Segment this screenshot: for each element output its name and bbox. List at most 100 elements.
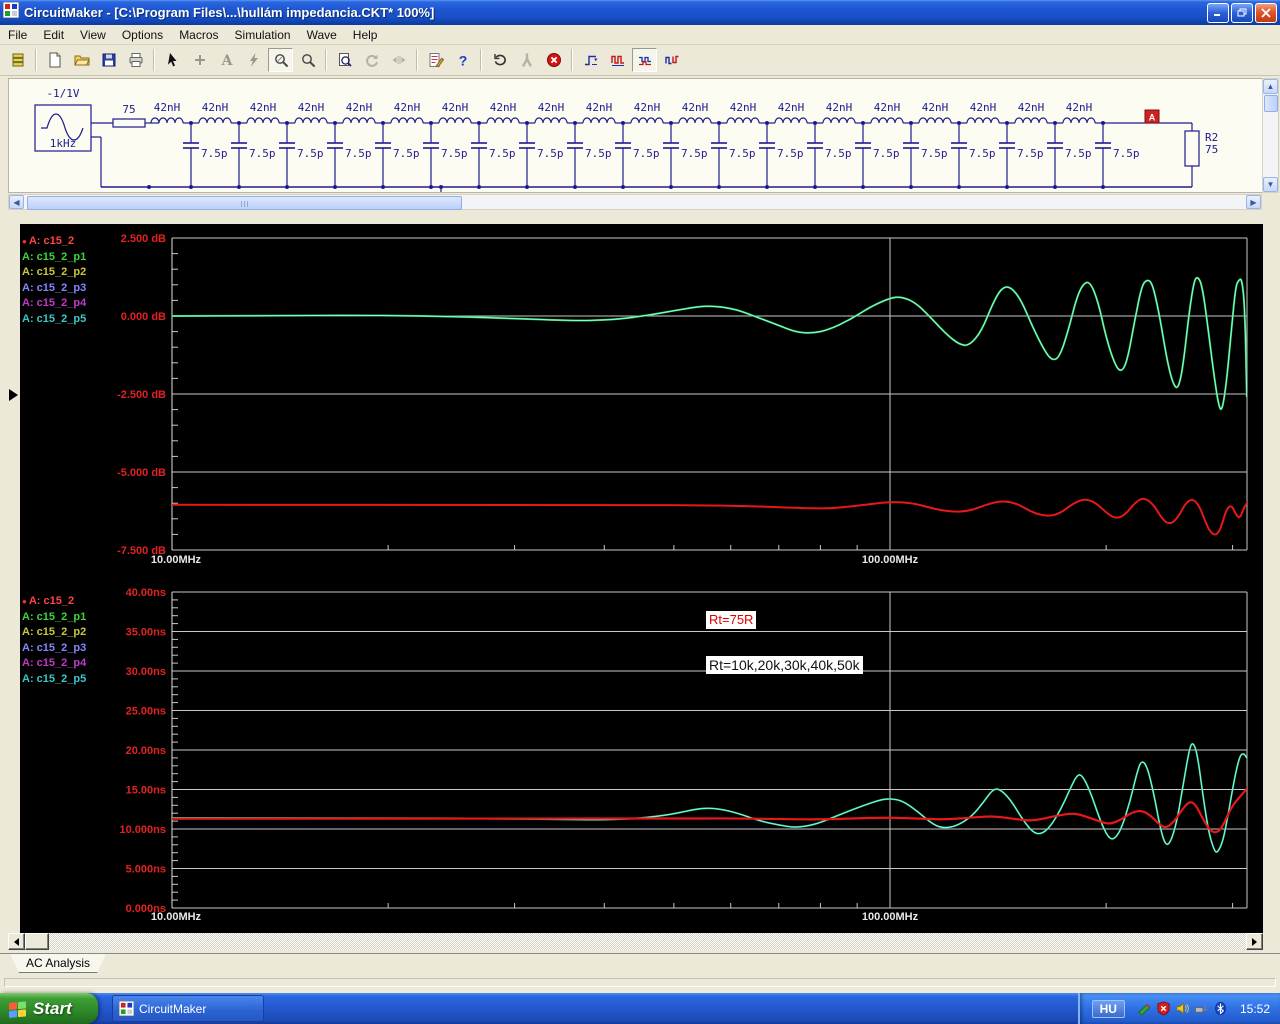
legend-entry: A: c15_2_p3 [22,281,87,294]
tablet-icon[interactable] [1137,1001,1152,1016]
svg-text:7.5p: 7.5p [249,147,276,160]
svg-text:7.5p: 7.5p [297,147,324,160]
menu-options[interactable]: Options [114,26,171,44]
schematic-vertical-scrollbar[interactable]: ▲ ▼ [1262,78,1279,193]
wave-scroll-right-button[interactable] [1246,933,1263,950]
scroll-down-button[interactable]: ▼ [1263,177,1278,192]
waveform-plot-area[interactable]: 2.500 dB 0.000 dB -2.500 dB -5.000 dB -7.500… [20,224,1263,933]
plot2-curve [172,743,1247,853]
open-file-button[interactable] [69,48,94,72]
minimize-button[interactable] [1207,2,1229,23]
stop-button[interactable] [541,48,566,72]
legend-entry: A: c15_2_p5 [22,312,87,325]
select-arrow-button[interactable] [160,48,185,72]
svg-text:5.000ns: 5.000ns [126,864,166,876]
help-icon: ? [458,53,467,69]
security-alert-icon[interactable] [1156,1001,1171,1016]
print-button[interactable] [123,48,148,72]
save-button[interactable] [96,48,121,72]
legend-entry: A: c15_2_p1 [22,610,87,623]
safely-remove-icon[interactable] [1194,1001,1209,1016]
circuit-schematic: -1/1V 1kHz 75 42nH 7.5p 42nH 7.5p 42nH 7.5p 42nH 7… [34,87,1218,192]
legend-entry: A: c15_2_p4 [22,297,87,309]
annotation-rt75: Rt=75R [706,611,757,629]
clock: 15:52 [1239,1001,1270,1016]
stop-icon [546,53,561,67]
svg-text:15.00ns: 15.00ns [126,785,166,797]
svg-text:7.5p: 7.5p [1017,147,1044,160]
new-file-button[interactable] [42,48,67,72]
schematic-canvas[interactable]: -1/1V 1kHz 75 42nH 7.5p 42nH 7.5p 42nH 7.5p 42nH 7… [8,78,1262,193]
svg-text:7.5p: 7.5p [825,147,852,160]
wave-scroll-left-button[interactable] [8,933,25,950]
svg-text:7.5p: 7.5p [1113,147,1140,160]
help-button[interactable]: ? [450,48,475,72]
svg-text:7.5p: 7.5p [873,147,900,160]
close-button[interactable] [1255,2,1277,23]
toolbar-separator [35,49,37,71]
menu-simulation[interactable]: Simulation [227,26,299,44]
select-arrow-icon [167,53,176,67]
bottom-plot-legend: ● A: c15_2 A: c15_2_p1 A: c15_2_p2 A: c15_2_… [22,594,86,687]
schematic-horizontal-scrollbar[interactable]: ◀ ▶ [8,194,1262,210]
language-indicator[interactable]: HU [1091,999,1125,1018]
svg-text:7.5p: 7.5p [633,147,660,160]
wire-tool-button[interactable] [187,48,212,72]
svg-text:7.5p: 7.5p [921,147,948,160]
split-signal-icon [664,55,678,65]
tab-ac-analysis[interactable]: AC Analysis [10,954,106,973]
start-label: Start [33,998,72,1018]
svg-text:7.5p: 7.5p [345,147,372,160]
menu-file[interactable]: File [0,26,35,44]
menu-edit[interactable]: Edit [35,26,72,44]
plot2-curve-overlay [172,743,1247,853]
legend-entry: A: c15_2_p5 [22,672,87,685]
top-plot-legend: ● A: c15_2 A: c15_2_p1 A: c15_2_p2 A: c15_2_… [22,234,86,327]
zoom-page-icon [338,53,352,67]
volume-icon[interactable] [1175,1001,1190,1016]
splitter-arrow-icon[interactable] [9,389,18,401]
probe-tool-button[interactable] [268,48,293,72]
taskbar-task-circuitmaker[interactable]: CircuitMaker [112,995,264,1022]
menu-macros[interactable]: Macros [171,26,226,44]
svg-text:40.00ns: 40.00ns [126,587,166,599]
menu-help[interactable]: Help [345,26,386,44]
probe-marker-icon: ● [22,237,27,246]
step-signal-button[interactable] [578,48,603,72]
windows-flag-icon [9,1001,26,1018]
mixed-signal-button[interactable] [632,48,657,72]
horizontal-scroll-thumb[interactable] [27,196,462,210]
sheet-tab-strip: AC Analysis [0,953,1280,974]
wrench-icon [521,53,532,67]
waveform-plot-svg: 2.500 dB0.000 dB-2.500 dB-5.000 dB-7.500… [117,233,1248,923]
system-tray: HU 15:52 [1077,993,1280,1024]
reset-button[interactable] [487,48,512,72]
waveform-horizontal-scrollbar[interactable] [8,933,1263,950]
menu-wave[interactable]: Wave [299,26,345,44]
pulse-signal-button[interactable] [605,48,630,72]
text-tool-button[interactable]: A [214,48,239,72]
restore-button[interactable] [1231,2,1253,23]
svg-text:42nH: 42nH [346,101,373,114]
bluetooth-icon[interactable] [1213,1001,1228,1016]
svg-text:25.00ns: 25.00ns [126,706,166,718]
zoom-page-button[interactable] [332,48,357,72]
svg-text:7.5p: 7.5p [969,147,996,160]
zoom-tool-button[interactable] [295,48,320,72]
scroll-up-button[interactable]: ▲ [1263,79,1278,94]
svg-text:-5.000 dB: -5.000 dB [117,467,166,479]
svg-text:42nH: 42nH [682,101,709,114]
vertical-scroll-thumb[interactable] [1264,95,1278,112]
svg-text:-2.500 dB: -2.500 dB [117,389,166,401]
wave-scroll-thumb[interactable] [25,933,49,950]
legend-entry: A: c15_2_p4 [22,657,87,669]
wave-window-toggle-button[interactable] [5,48,30,72]
menu-view[interactable]: View [72,26,114,44]
scroll-right-button[interactable]: ▶ [1246,195,1261,209]
start-button[interactable]: Start [0,993,98,1024]
split-signal-button[interactable] [659,48,684,72]
delete-tool-button[interactable] [241,48,266,72]
scroll-left-button[interactable]: ◀ [9,195,24,209]
analyses-setup-button[interactable] [423,48,448,72]
wrench-button [514,48,539,72]
